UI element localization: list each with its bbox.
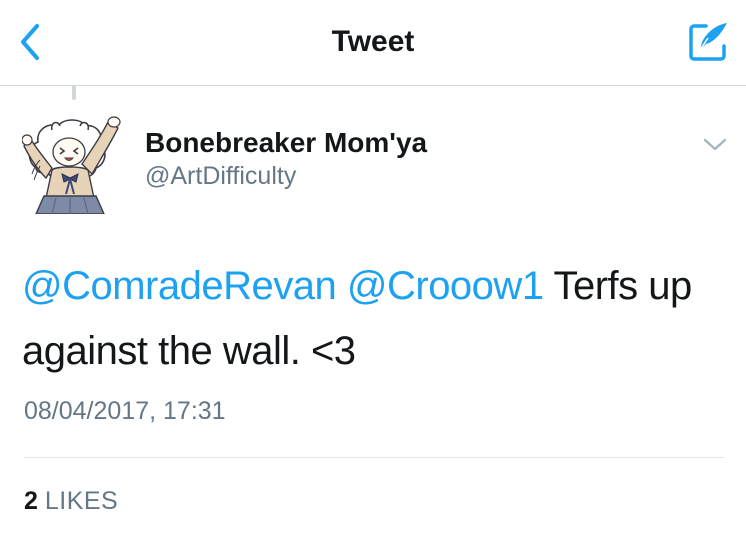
mention-link[interactable]: @Crooow1 — [347, 264, 544, 308]
chevron-down-icon — [703, 138, 727, 151]
author-handle[interactable]: @ArtDifficulty — [145, 160, 296, 192]
avatar[interactable] — [22, 108, 128, 214]
likes-count: 2 — [24, 487, 38, 515]
avatar-drawing — [22, 108, 128, 214]
compose-button[interactable] — [686, 18, 732, 64]
divider — [24, 457, 724, 458]
tweet-timestamp: 08/04/2017, 17:31 — [24, 397, 226, 425]
likes-label: LIKES — [44, 487, 119, 515]
navigation-bar: Tweet — [0, 0, 746, 86]
mention-link[interactable]: @ComradeRevan — [22, 264, 337, 308]
thread-connector — [72, 86, 76, 100]
page-title: Tweet — [331, 25, 415, 58]
author-display-name[interactable]: Bonebreaker Mom'ya — [145, 126, 427, 160]
tweet-options-button[interactable] — [700, 132, 730, 158]
likes-link[interactable]: 2 LIKES — [24, 484, 118, 518]
tweet-text: @ComradeRevan @Crooow1 Terfs up against … — [22, 254, 722, 384]
compose-quill-icon — [689, 23, 727, 61]
